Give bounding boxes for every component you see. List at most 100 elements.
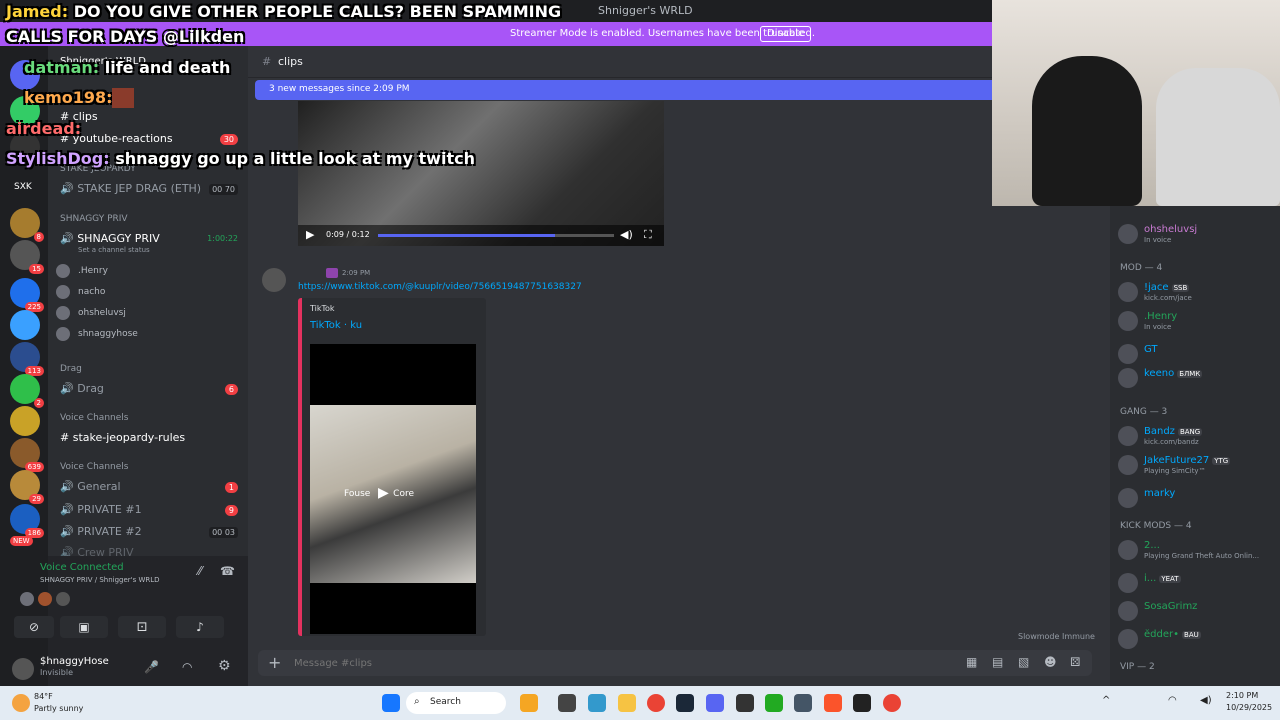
wifi-icon[interactable]: ◠: [1168, 695, 1177, 706]
member[interactable]: i... YEAT: [1118, 573, 1181, 593]
sticker-icon[interactable]: ▧: [1018, 655, 1029, 669]
avatar[interactable]: [12, 658, 34, 680]
taskbar-search[interactable]: ⌕ Search: [406, 692, 506, 714]
headphones-icon[interactable]: ◠: [182, 660, 192, 674]
chevron-up-icon[interactable]: ^: [1102, 695, 1110, 706]
windows-start-icon[interactable]: [382, 694, 400, 712]
channel-label: General: [77, 480, 121, 493]
disconnect-icon[interactable]: ☎: [220, 564, 235, 578]
embed-thumbnail[interactable]: Fouse Core ▶: [310, 405, 476, 583]
member[interactable]: marky: [1118, 488, 1175, 508]
app-icon[interactable]: [794, 694, 812, 712]
gear-icon[interactable]: ⚙: [218, 658, 231, 674]
voice-user[interactable]: .Henry: [56, 264, 108, 278]
folder-icon[interactable]: [618, 694, 636, 712]
play-icon[interactable]: ▶: [306, 228, 314, 241]
app-icon[interactable]: [520, 694, 538, 712]
member[interactable]: GT: [1118, 344, 1158, 364]
voice-user[interactable]: ohsheluvsj: [56, 306, 126, 320]
microphone-icon[interactable]: 🎤: [144, 660, 159, 674]
category-shnaggy-priv[interactable]: SHNAGGY PRIV: [60, 214, 128, 224]
server-icon[interactable]: 29: [10, 470, 44, 504]
server-icon[interactable]: 639: [10, 438, 44, 472]
app-icon[interactable]: [853, 694, 871, 712]
member[interactable]: SosaGrimz: [1118, 601, 1197, 621]
new-messages-bar[interactable]: 3 new messages since 2:09 PM: [255, 80, 992, 100]
category-voice[interactable]: Voice Channels: [60, 413, 128, 423]
server-icon[interactable]: [10, 310, 40, 340]
weather-temp[interactable]: 84°F: [34, 692, 53, 701]
member[interactable]: ohsheluvsj: [1118, 224, 1197, 244]
weather-desc[interactable]: Partly sunny: [34, 704, 83, 713]
member[interactable]: JakeFuture27 YTG: [1118, 455, 1231, 475]
server-icon[interactable]: 15: [10, 240, 44, 274]
chrome-icon[interactable]: [647, 694, 665, 712]
member[interactable]: Bandz BANG: [1118, 426, 1203, 446]
play-icon[interactable]: ▶: [378, 485, 389, 501]
server-icon[interactable]: 2: [10, 374, 44, 408]
video-attachment[interactable]: ▶ 0:09 / 0:12 ◀) ⛶: [298, 101, 664, 246]
category-drag[interactable]: Drag: [60, 364, 82, 374]
server-icon[interactable]: 8: [10, 208, 44, 242]
channel-private-1[interactable]: 🔊 PRIVATE #1: [60, 503, 142, 516]
voice-timer: 1:00:22: [207, 234, 238, 243]
member-activity: In voice: [1144, 323, 1172, 331]
voice-user[interactable]: shnaggyhose: [56, 327, 138, 341]
member[interactable]: .Henry: [1118, 311, 1177, 331]
video-progress-track[interactable]: [378, 234, 614, 237]
chat-overlay-line: kemo198:: [24, 88, 113, 107]
category-voice[interactable]: Voice Channels: [60, 462, 128, 472]
clock-time[interactable]: 2:10 PM: [1226, 691, 1258, 700]
activity-button[interactable]: ⚀: [118, 616, 166, 638]
server-icon[interactable]: 225: [10, 278, 44, 312]
channel-status[interactable]: Set a channel status: [78, 246, 150, 254]
weather-icon[interactable]: [12, 694, 30, 712]
chat-overlay-line: StylishDog: shnaggy go up a little look …: [6, 149, 475, 168]
fullscreen-icon[interactable]: ⛶: [644, 228, 652, 242]
steam-icon[interactable]: [676, 694, 694, 712]
member[interactable]: ĕdder• BAU: [1118, 629, 1201, 649]
member[interactable]: keeno БЛМК: [1118, 368, 1203, 388]
server-icon[interactable]: 113: [10, 342, 44, 376]
app-icon[interactable]: [588, 694, 606, 712]
chrome-icon[interactable]: [883, 694, 901, 712]
app-icon[interactable]: [558, 694, 576, 712]
video-off-button[interactable]: ⊘: [14, 616, 54, 638]
soundboard-button[interactable]: ♪: [176, 616, 224, 638]
obs-icon[interactable]: [736, 694, 754, 712]
add-attachment-icon[interactable]: +: [268, 653, 281, 672]
emote: [112, 88, 134, 108]
embed-title[interactable]: TikTok · ku: [310, 320, 362, 331]
channel-private-2[interactable]: 🔊 PRIVATE #2: [60, 525, 142, 538]
server-icon[interactable]: 186: [10, 504, 44, 538]
screen-share-button[interactable]: ▣: [60, 616, 108, 638]
clock-date[interactable]: 10/29/2025: [1226, 703, 1272, 712]
channel-drag[interactable]: 🔊 Drag: [60, 382, 104, 395]
app-icon[interactable]: [765, 694, 783, 712]
server-icon[interactable]: [10, 406, 40, 436]
emoji-icon[interactable]: ☻: [1044, 655, 1057, 669]
gift-icon[interactable]: ▦: [966, 655, 977, 669]
volume-icon[interactable]: ◀): [1200, 695, 1212, 706]
message-input[interactable]: [294, 654, 934, 672]
channel-stake-jeopardy-rules[interactable]: # stake-jeopardy-rules: [60, 431, 185, 444]
badge: 2: [33, 398, 44, 408]
disable-streamer-button[interactable]: Disable: [760, 26, 812, 42]
discord-icon[interactable]: [706, 694, 724, 712]
apps-icon[interactable]: ⚄: [1070, 655, 1080, 669]
gif-icon[interactable]: ▤: [992, 655, 1003, 669]
user-name[interactable]: $hnaggyHose: [40, 656, 109, 667]
noise-suppression-icon[interactable]: ⁄⁄: [198, 564, 202, 578]
voice-location[interactable]: SHNAGGY PRIV / Shnigger's WRLD: [40, 576, 160, 584]
brave-icon[interactable]: [824, 694, 842, 712]
voice-user[interactable]: nacho: [56, 285, 105, 299]
member[interactable]: !jace SSB: [1118, 282, 1190, 302]
avatar[interactable]: [262, 268, 286, 292]
member[interactable]: 2...: [1118, 540, 1160, 560]
volume-icon[interactable]: ◀): [620, 228, 633, 241]
message-link[interactable]: https://www.tiktok.com/@kuuplr/video/756…: [298, 282, 582, 292]
channel-general[interactable]: 🔊 General: [60, 480, 121, 493]
voice-status[interactable]: Voice Connected: [40, 562, 124, 573]
channel-stake-drag[interactable]: 🔊 STAKE JEP DRAG (ETH): [60, 182, 201, 195]
channel-shnaggy-priv[interactable]: 🔊 SHNAGGY PRIV: [60, 232, 160, 245]
